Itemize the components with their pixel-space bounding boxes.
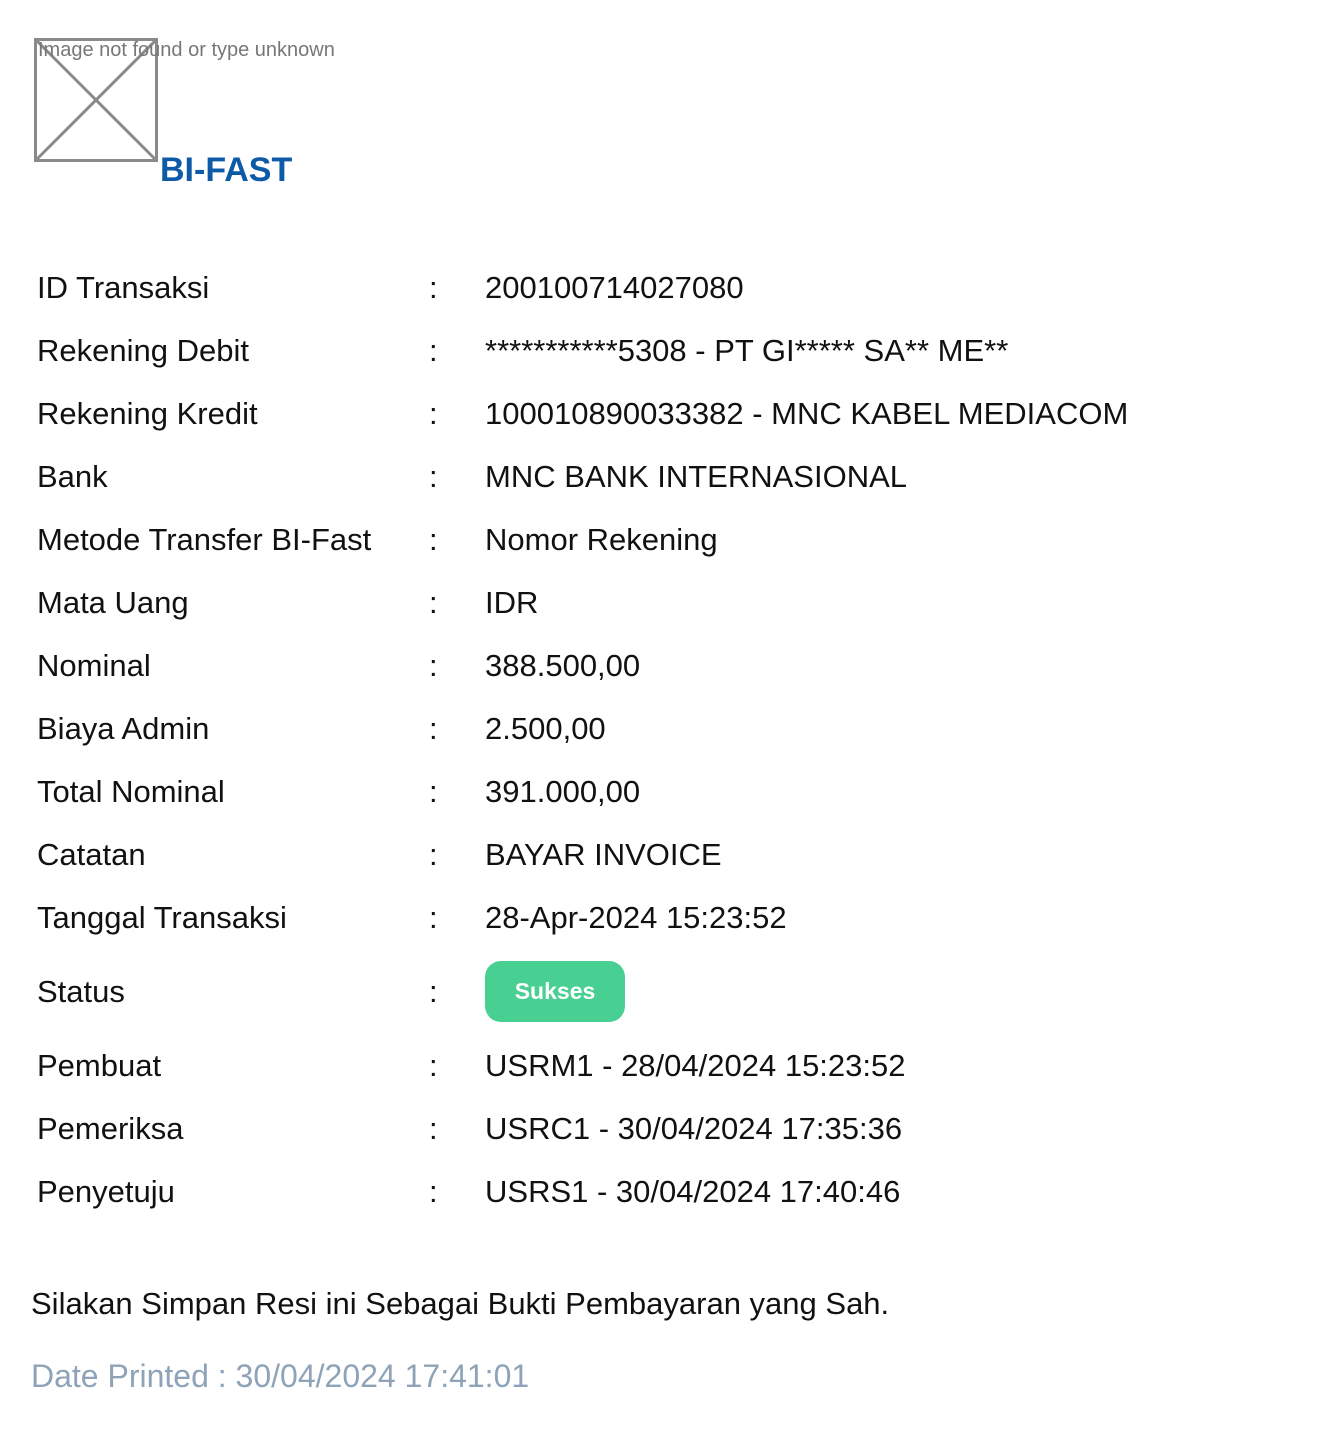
detail-separator: : xyxy=(429,585,438,620)
detail-label: Mata Uang xyxy=(37,585,189,620)
detail-value: ***********5308 - PT GI***** SA** ME** xyxy=(485,333,1009,368)
date-printed-value: 30/04/2024 17:41:01 xyxy=(235,1358,530,1394)
detail-value: IDR xyxy=(485,585,539,620)
receipt-notice: Silakan Simpan Resi ini Sebagai Bukti Pe… xyxy=(31,1286,890,1321)
detail-value: USRC1 - 30/04/2024 17:35:36 xyxy=(485,1111,903,1146)
detail-value: Nomor Rekening xyxy=(485,522,718,557)
detail-separator: : xyxy=(429,1174,438,1209)
detail-separator: : xyxy=(429,711,438,746)
detail-row-penyetuju: Penyetuju : USRS1 - 30/04/2024 17:40:46 xyxy=(37,1160,1297,1223)
detail-value: USRS1 - 30/04/2024 17:40:46 xyxy=(485,1174,901,1209)
status-badge: Sukses xyxy=(485,961,625,1022)
detail-row-rekening-debit: Rekening Debit : ***********5308 - PT GI… xyxy=(37,319,1297,382)
detail-value: 200100714027080 xyxy=(485,270,744,305)
detail-row-nominal: Nominal : 388.500,00 xyxy=(37,634,1297,697)
logo-area: Image not found or type unknown BI-FAST xyxy=(34,38,394,198)
detail-label: Bank xyxy=(37,459,108,494)
detail-separator: : xyxy=(429,974,438,1009)
image-alt-text: Image not found or type unknown xyxy=(38,39,335,61)
detail-value: 2.500,00 xyxy=(485,711,606,746)
detail-value: BAYAR INVOICE xyxy=(485,837,722,872)
detail-separator: : xyxy=(429,270,438,305)
detail-label: Nominal xyxy=(37,648,151,683)
brand-title: BI-FAST xyxy=(160,151,293,189)
detail-label: Metode Transfer BI-Fast xyxy=(37,522,372,557)
detail-row-id-transaksi: ID Transaksi : 200100714027080 xyxy=(37,256,1297,319)
detail-separator: : xyxy=(429,1111,438,1146)
detail-row-status: Status : Sukses xyxy=(37,949,1297,1034)
date-printed-label: Date Printed xyxy=(31,1358,209,1394)
detail-row-total-nominal: Total Nominal : 391.000,00 xyxy=(37,760,1297,823)
date-printed-separator: : xyxy=(217,1358,227,1394)
detail-separator: : xyxy=(429,333,438,368)
detail-label: Status xyxy=(37,974,125,1009)
detail-row-bank: Bank : MNC BANK INTERNASIONAL xyxy=(37,445,1297,508)
detail-label: Rekening Debit xyxy=(37,333,249,368)
detail-separator: : xyxy=(429,1048,438,1083)
detail-label: Pembuat xyxy=(37,1048,162,1083)
detail-separator: : xyxy=(429,837,438,872)
detail-row-pemeriksa: Pemeriksa : USRC1 - 30/04/2024 17:35:36 xyxy=(37,1097,1297,1160)
detail-value: 100010890033382 - MNC KABEL MEDIACOM xyxy=(485,396,1129,431)
detail-label: Penyetuju xyxy=(37,1174,175,1209)
detail-separator: : xyxy=(429,396,438,431)
detail-row-tanggal-transaksi: Tanggal Transaksi : 28-Apr-2024 15:23:52 xyxy=(37,886,1297,949)
detail-row-rekening-kredit: Rekening Kredit : 100010890033382 - MNC … xyxy=(37,382,1297,445)
detail-separator: : xyxy=(429,522,438,557)
detail-label: Total Nominal xyxy=(37,774,225,809)
detail-separator: : xyxy=(429,774,438,809)
transaction-details: ID Transaksi : 200100714027080 Rekening … xyxy=(37,256,1297,1223)
date-printed: Date Printed : 30/04/2024 17:41:01 xyxy=(31,1356,529,1396)
detail-value: 391.000,00 xyxy=(485,774,641,809)
detail-separator: : xyxy=(429,648,438,683)
detail-label: Rekening Kredit xyxy=(37,396,258,431)
detail-value: USRM1 - 28/04/2024 15:23:52 xyxy=(485,1048,906,1083)
detail-label: Biaya Admin xyxy=(37,711,210,746)
detail-row-mata-uang: Mata Uang : IDR xyxy=(37,571,1297,634)
detail-row-biaya-admin: Biaya Admin : 2.500,00 xyxy=(37,697,1297,760)
detail-row-catatan: Catatan : BAYAR INVOICE xyxy=(37,823,1297,886)
detail-value: 388.500,00 xyxy=(485,648,641,683)
detail-row-pembuat: Pembuat : USRM1 - 28/04/2024 15:23:52 xyxy=(37,1034,1297,1097)
detail-separator: : xyxy=(429,459,438,494)
detail-label: ID Transaksi xyxy=(37,270,210,305)
detail-label: Catatan xyxy=(37,837,146,872)
detail-row-metode-transfer: Metode Transfer BI-Fast : Nomor Rekening xyxy=(37,508,1297,571)
detail-label: Pemeriksa xyxy=(37,1111,184,1146)
detail-separator: : xyxy=(429,900,438,935)
detail-value: MNC BANK INTERNASIONAL xyxy=(485,459,908,494)
detail-value: 28-Apr-2024 15:23:52 xyxy=(485,900,787,935)
detail-label: Tanggal Transaksi xyxy=(37,900,287,935)
